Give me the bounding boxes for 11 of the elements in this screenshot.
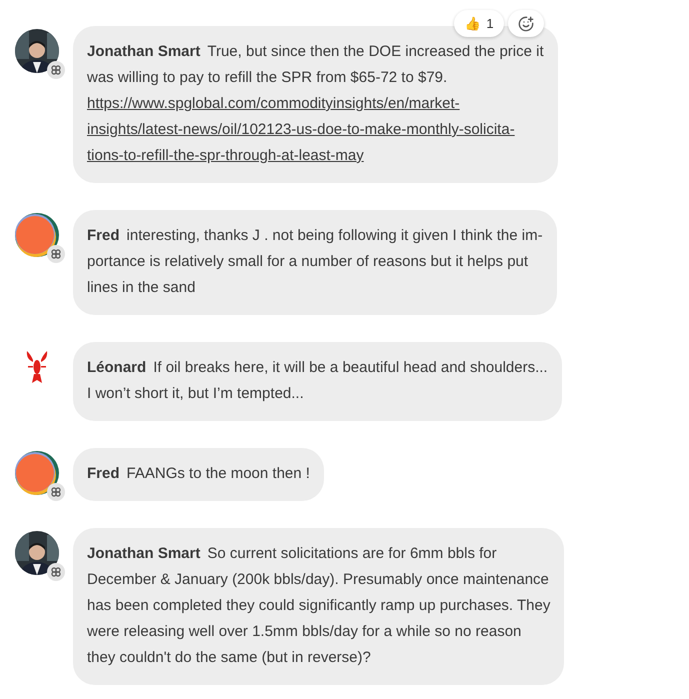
message-text: Jonathan Smart True, but since then the DOE increased the price it was willing to pay to refill the SPR from $65-72 to $79. bbox=[87, 42, 544, 88]
reaction-button[interactable]: 👍 1 bbox=[454, 10, 504, 37]
avatar-icon bbox=[15, 213, 59, 257]
message-text: Fred interesting, thanks J . not being following it given I think the im- portance is relatively small for a number of reasons but it helps put lines in the sand bbox=[87, 226, 543, 298]
message-text: Fred FAANGs to the moon then ! bbox=[87, 464, 310, 484]
add-reaction-button[interactable] bbox=[508, 10, 544, 37]
smiley-plus-icon bbox=[518, 16, 534, 32]
avatar-icon bbox=[15, 451, 59, 495]
message-link[interactable]: https://www.spglobal.com/commodityinsights/en/market- insights/latest-news/oil/102123-us-doe-to-make-monthly-solicita- tions-to-refill-the-spr-through-at-least-may bbox=[87, 91, 544, 169]
message-text: Léonard If oil breaks here, it will be a beautiful head and shoulders... I won’t short it, but I’m tempted... bbox=[87, 358, 548, 404]
message-text: Jonathan Smart So current solicitations are for 6mm bbls for December & January (200k bbls/day). Presumably once maintenance has been completed they could significantly ramp up purchases. They were releasing well over 1.5mm bbls/day for a while so no reason they couldn't do the same (but in reverse)? bbox=[87, 544, 550, 668]
